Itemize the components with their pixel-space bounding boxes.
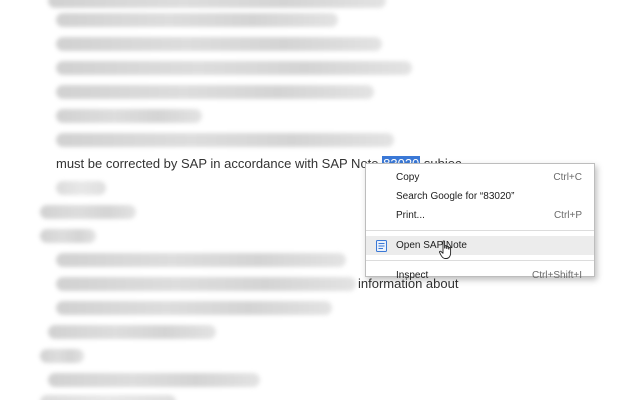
menu-item-print[interactable]: Print... Ctrl+P <box>366 206 594 225</box>
menu-item-label: Print... <box>396 210 425 221</box>
document-page: must be corrected by SAP in accordance w… <box>0 0 640 400</box>
blurred-text-line <box>56 181 106 195</box>
menu-item-open-sap-note[interactable]: Open SAP Note <box>366 236 594 255</box>
menu-item-copy[interactable]: Copy Ctrl+C <box>366 168 594 187</box>
menu-item-label: Search Google for “83020” <box>396 191 515 202</box>
hand-cursor-icon <box>439 240 452 259</box>
blurred-text-line <box>56 277 356 291</box>
blurred-text-line <box>56 37 382 51</box>
context-menu: Copy Ctrl+C Search Google for “83020” Pr… <box>365 163 595 281</box>
menu-item-label: Inspect <box>396 270 429 281</box>
blurred-heading <box>40 229 96 243</box>
blurred-text-line <box>56 61 412 75</box>
blurred-text-line <box>48 325 216 339</box>
menu-item-search-google[interactable]: Search Google for “83020” <box>366 187 594 206</box>
menu-separator <box>366 230 594 231</box>
blurred-text-line <box>56 85 374 99</box>
blurred-text-line <box>56 301 332 315</box>
blurred-text-line <box>40 395 176 400</box>
blurred-text-line <box>48 373 260 387</box>
blurred-text-line <box>56 13 338 27</box>
blurred-text-line <box>56 253 346 267</box>
menu-item-shortcut: Ctrl+Shift+I <box>531 270 582 281</box>
blurred-text-line <box>48 0 386 8</box>
blurred-text-line <box>56 109 202 123</box>
menu-item-inspect[interactable]: Inspect Ctrl+Shift+I <box>366 266 594 285</box>
text-before-note: must be corrected by SAP in accordance w… <box>56 156 383 171</box>
menu-item-label: Open SAP Note <box>396 240 467 251</box>
blurred-heading <box>40 349 84 363</box>
blurred-heading <box>40 205 136 219</box>
menu-item-label: Copy <box>396 172 420 183</box>
menu-item-shortcut: Ctrl+P <box>553 210 582 221</box>
blurred-text-line <box>56 133 394 147</box>
menu-item-shortcut: Ctrl+C <box>553 172 582 183</box>
menu-separator <box>366 260 594 261</box>
document-icon <box>376 240 387 252</box>
